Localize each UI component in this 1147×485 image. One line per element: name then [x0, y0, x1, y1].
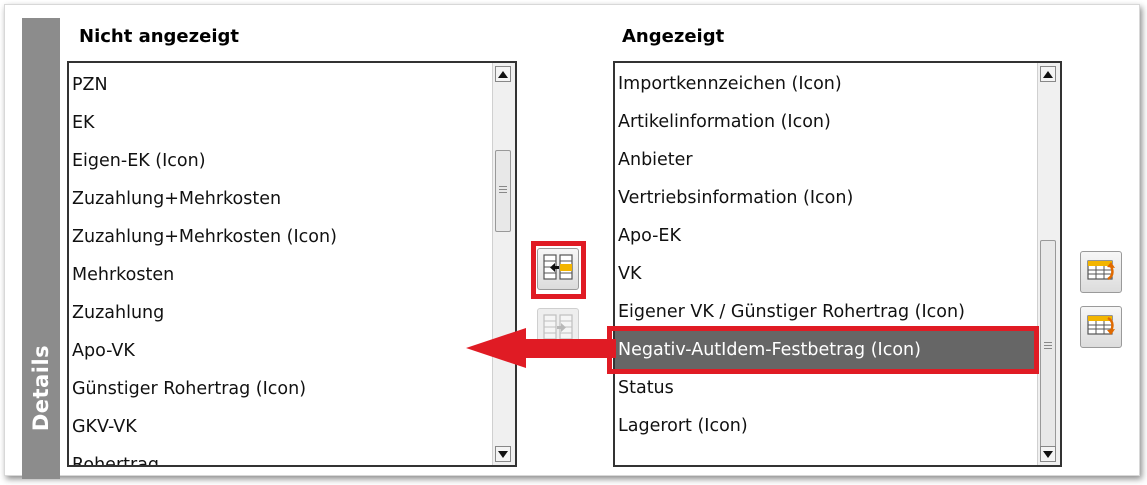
move-column-up-icon — [1086, 257, 1116, 287]
list-item[interactable]: Zuzahlung+Mehrkosten — [69, 180, 493, 218]
displayed-columns-heading: Angezeigt — [622, 26, 725, 47]
list-item[interactable]: Zuzahlung — [69, 294, 493, 332]
move-button-highlight — [531, 241, 586, 299]
scroll-down-button[interactable] — [495, 446, 511, 462]
list-item[interactable]: Status — [615, 369, 1038, 407]
list-item[interactable]: VK — [615, 255, 1038, 293]
list-item[interactable]: Mehrkosten — [69, 256, 493, 294]
annotation-arrow-icon — [466, 328, 616, 368]
list-item[interactable]: Rohertrag — [69, 446, 493, 465]
move-column-down-button[interactable] — [1080, 306, 1122, 348]
list-item[interactable]: Zuzahlung+Mehrkosten (Icon) — [69, 218, 493, 256]
list-item[interactable]: Apo-VK — [69, 332, 493, 370]
list-item[interactable]: Apo-EK — [615, 217, 1038, 255]
displayed-list-scrollbar[interactable] — [1037, 63, 1060, 465]
list-item[interactable]: PZN — [69, 66, 493, 104]
scroll-up-button[interactable] — [495, 66, 511, 82]
list-item[interactable]: Importkennzeichen (Icon) — [615, 65, 1038, 103]
hidden-columns-heading: Nicht angezeigt — [79, 26, 239, 47]
hidden-columns-list[interactable]: PZN EK Eigen-EK (Icon) Zuzahlung+Mehrkosten… — [67, 61, 517, 467]
list-item[interactable]: Vertriebsinformation (Icon) — [615, 179, 1038, 217]
scroll-thumb[interactable] — [1040, 240, 1056, 450]
list-item[interactable]: EK — [69, 104, 493, 142]
list-item[interactable]: Artikelinformation (Icon) — [615, 103, 1038, 141]
list-item[interactable]: Anbieter — [615, 141, 1038, 179]
scroll-thumb[interactable] — [495, 150, 511, 232]
list-item[interactable]: Eigen-EK (Icon) — [69, 142, 493, 180]
list-item[interactable]: GKV-VK — [69, 408, 493, 446]
scroll-down-button[interactable] — [1040, 446, 1056, 462]
list-item[interactable]: Günstiger Rohertrag (Icon) — [69, 370, 493, 408]
selected-item-highlight — [607, 326, 1039, 374]
displayed-columns-list[interactable]: Importkennzeichen (Icon) Artikelinformati… — [613, 61, 1062, 467]
scroll-up-button[interactable] — [1040, 66, 1056, 82]
details-tab-label: Details — [29, 344, 53, 432]
list-item[interactable]: Lagerort (Icon) — [615, 407, 1038, 445]
hidden-list-scrollbar[interactable] — [492, 63, 515, 465]
move-column-down-icon — [1086, 312, 1116, 342]
move-column-up-button[interactable] — [1080, 251, 1122, 293]
